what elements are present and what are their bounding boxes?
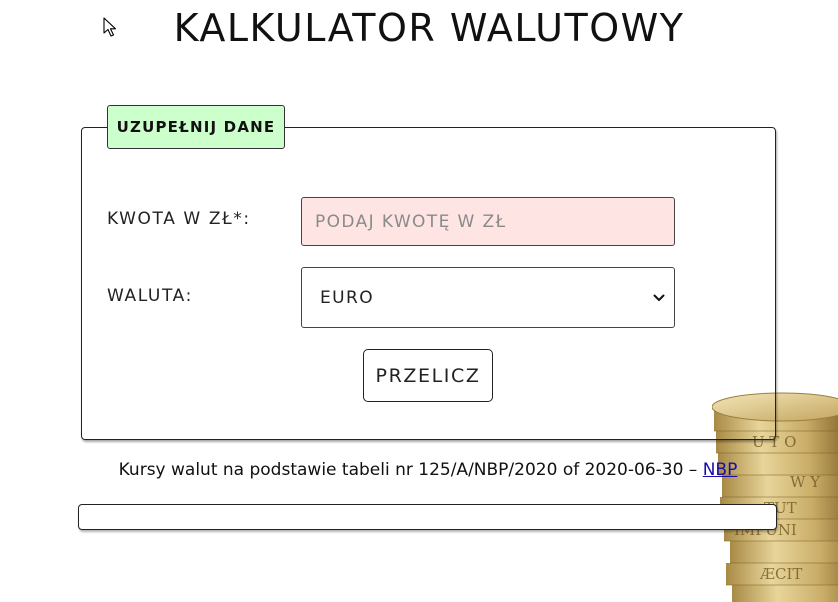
form-legend: UZUPEŁNIJ DANE [107, 105, 285, 149]
svg-text:ÆCIT: ÆCIT [759, 565, 802, 583]
currency-select[interactable]: EURO [301, 267, 675, 328]
rates-source-text: Kursy walut na podstawie tabeli nr 125/A… [118, 460, 703, 480]
chevron-down-icon [653, 294, 665, 301]
currency-selected-value: EURO [320, 287, 374, 308]
currency-calculator-page: KALKULATOR WALUTOWY U T O W Y TUT IMPUNI… [0, 0, 838, 602]
nbp-link[interactable]: NBP [703, 460, 738, 480]
convert-button[interactable]: PRZELICZ [363, 349, 493, 402]
page-title: KALKULATOR WALUTOWY [173, 6, 685, 50]
result-output [78, 504, 777, 530]
amount-label: KWOTA W ZŁ*: [107, 209, 251, 229]
currency-label: WALUTA: [107, 286, 193, 306]
amount-input[interactable] [301, 197, 675, 246]
rates-source-note: Kursy walut na podstawie tabeli nr 125/A… [0, 460, 838, 480]
